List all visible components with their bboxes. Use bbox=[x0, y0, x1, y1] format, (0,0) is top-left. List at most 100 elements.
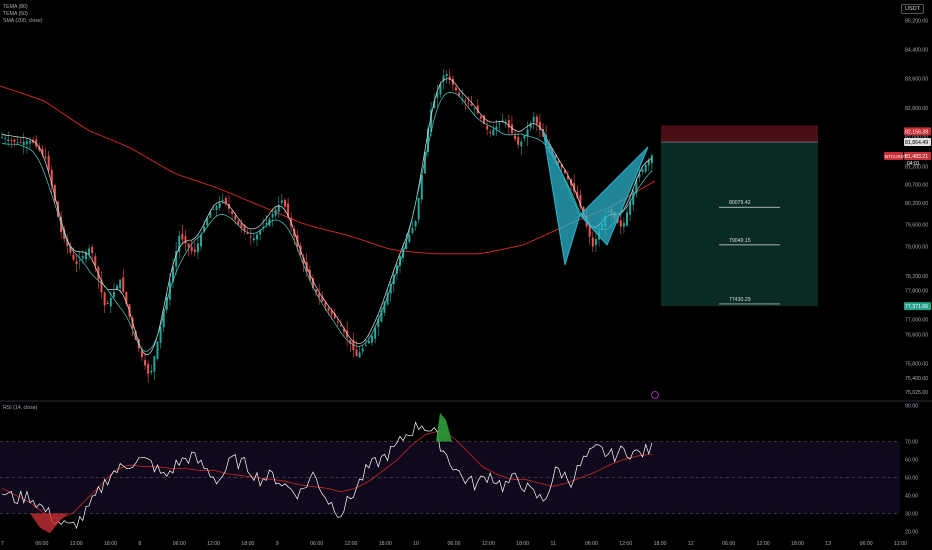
time-tick-label: 8 bbox=[138, 541, 141, 547]
candle-body bbox=[274, 209, 277, 216]
price-tick-label: 82,800.00 bbox=[905, 106, 928, 112]
candle-body bbox=[181, 233, 184, 240]
candle-body bbox=[224, 197, 227, 204]
candle-body bbox=[467, 102, 470, 104]
candle-body bbox=[470, 103, 473, 106]
rsi-tick-label: 20.00 bbox=[905, 529, 918, 535]
rsi-tick-label: 90.00 bbox=[905, 404, 918, 410]
candle-body bbox=[91, 247, 94, 254]
candle-body bbox=[479, 116, 482, 119]
time-tick-label: 18:00 bbox=[379, 541, 392, 547]
candle-body bbox=[234, 215, 237, 220]
candle-body bbox=[200, 234, 203, 247]
candle-body bbox=[44, 156, 47, 159]
trading-chart[interactable]: 80079.42 79049.15 77430.29 85,200.00 84,400… bbox=[0, 0, 932, 550]
target-level-label: 80079.42 bbox=[729, 200, 751, 206]
price-tick-label: 83,600.00 bbox=[905, 77, 928, 83]
candle-body bbox=[594, 238, 597, 245]
candle-body bbox=[7, 139, 10, 142]
candle-body bbox=[13, 139, 16, 142]
target-box bbox=[661, 142, 818, 307]
candle-body bbox=[464, 100, 467, 102]
rsi-indicator-label[interactable]: RSI (14, close) bbox=[3, 405, 37, 411]
time-tick-label: 7 bbox=[1, 541, 4, 547]
candle-body bbox=[327, 307, 330, 311]
candle-body bbox=[147, 363, 150, 374]
time-tick-label: 12:00 bbox=[344, 541, 357, 547]
time-tick-label: 12:00 bbox=[482, 541, 495, 547]
stop-loss-box bbox=[661, 125, 818, 143]
currency-button[interactable]: USDT bbox=[901, 4, 924, 14]
candle-body bbox=[498, 123, 501, 125]
tema-80-line bbox=[1, 78, 653, 356]
candle-body bbox=[361, 348, 364, 352]
candle-body bbox=[265, 223, 268, 224]
candle-body bbox=[193, 249, 196, 252]
indicator-tema-50[interactable]: TEMA (50) bbox=[3, 11, 28, 18]
candle-body bbox=[16, 142, 19, 144]
candle-body bbox=[520, 141, 523, 147]
price-pane[interactable]: 80079.42 79049.15 77430.29 bbox=[0, 68, 818, 399]
candle-body bbox=[196, 243, 199, 253]
candle-body bbox=[473, 107, 476, 109]
time-tick-label: 13 bbox=[825, 541, 831, 547]
price-tick-label: 85,200.00 bbox=[905, 18, 928, 24]
candle-body bbox=[190, 246, 193, 252]
candle-body bbox=[517, 137, 520, 145]
time-tick-label: 12:00 bbox=[207, 541, 220, 547]
rsi-pane[interactable] bbox=[0, 412, 900, 534]
alert-icon bbox=[651, 391, 659, 399]
candle-body bbox=[523, 135, 526, 139]
candle-body bbox=[81, 256, 84, 259]
rsi-tick-label: 40.00 bbox=[905, 493, 918, 499]
candle-body bbox=[19, 142, 22, 143]
time-tick-label: 18:00 bbox=[791, 541, 804, 547]
candle-body bbox=[231, 211, 234, 214]
candle-body bbox=[557, 160, 560, 164]
candle-body bbox=[75, 261, 78, 264]
candle-body bbox=[28, 140, 31, 144]
current-price-tag: 81,483.21 bbox=[905, 154, 928, 160]
price-tick-label: 78,200.00 bbox=[905, 274, 928, 280]
candle-body bbox=[355, 349, 358, 357]
candle-body bbox=[408, 234, 411, 242]
countdown-label: 04:01 bbox=[907, 161, 920, 167]
price-tick-label: 75,025.00 bbox=[905, 390, 928, 396]
candle-body bbox=[255, 234, 258, 240]
time-tick-label: 12:00 bbox=[70, 541, 83, 547]
candle-body bbox=[486, 125, 489, 130]
indicator-tema-80[interactable]: TEMA (80) bbox=[3, 4, 28, 11]
candle-body bbox=[144, 360, 147, 366]
time-tick-label: 06:00 bbox=[860, 541, 873, 547]
indicator-sma-200[interactable]: SMA (200, close) bbox=[3, 18, 43, 25]
candle-body bbox=[489, 131, 492, 133]
time-tick-label: 06:00 bbox=[722, 541, 735, 547]
candle-body bbox=[184, 236, 187, 244]
price-tick-label: 80,700.00 bbox=[905, 183, 928, 189]
candle-body bbox=[156, 341, 159, 359]
time-tick-label: 18:00 bbox=[241, 541, 254, 547]
harmonic-triangle-xab bbox=[542, 129, 581, 266]
time-tick-label: 10 bbox=[413, 541, 419, 547]
rsi-overbought-fill bbox=[436, 412, 452, 442]
time-tick-label: 12 bbox=[688, 541, 694, 547]
target-level-label: 79049.15 bbox=[729, 238, 751, 244]
candle-body bbox=[414, 221, 417, 227]
price-tick-label: 75,400.00 bbox=[905, 376, 928, 382]
price-tick-label: 75,800.00 bbox=[905, 361, 928, 367]
candle-body bbox=[514, 135, 517, 140]
time-tick-label: 12:00 bbox=[619, 541, 632, 547]
stop-price-tag: 82,156.38 bbox=[905, 129, 928, 135]
symbol-tag: BTCUSDT bbox=[885, 154, 907, 159]
time-tick-label: 06:00 bbox=[310, 541, 323, 547]
price-tick-label: 76,600.00 bbox=[905, 332, 928, 338]
target-price-tag: 77,371.66 bbox=[905, 304, 928, 310]
price-tick-label: 77,000.00 bbox=[905, 318, 928, 324]
candle-body bbox=[535, 116, 538, 124]
time-tick-label: 9 bbox=[276, 541, 279, 547]
candle-body bbox=[358, 352, 361, 358]
candle-body bbox=[22, 141, 25, 146]
candle-body bbox=[622, 223, 625, 227]
candle-body bbox=[240, 223, 243, 228]
entry-price-tag: 81,864.49 bbox=[905, 140, 928, 146]
